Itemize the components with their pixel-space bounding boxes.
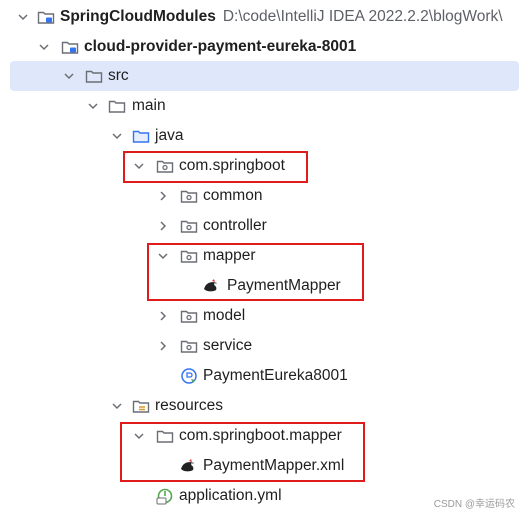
src-label: src — [108, 67, 129, 84]
module-label: cloud-provider-payment-eureka-8001 — [84, 38, 357, 55]
project-tree: SpringCloudModules D:\code\IntelliJ IDEA … — [0, 0, 525, 512]
tree-row-common[interactable]: common — [0, 181, 519, 211]
package-icon — [180, 337, 198, 355]
resources-label: resources — [155, 397, 224, 414]
project-name: SpringCloudModules — [60, 8, 216, 25]
tree-row-main[interactable]: main — [0, 91, 519, 121]
chevron-right-icon[interactable] — [156, 331, 170, 361]
spring-boot-class-icon — [180, 367, 198, 385]
package-icon — [180, 307, 198, 325]
watermark: CSDN @幸运码农 — [433, 499, 515, 510]
spring-config-icon — [156, 487, 174, 505]
module-folder-icon — [37, 8, 55, 26]
project-root-label: SpringCloudModules D:\code\IntelliJ IDEA … — [60, 2, 503, 32]
tree-row-src[interactable]: src — [10, 61, 519, 91]
tree-row-module[interactable]: cloud-provider-payment-eureka-8001 — [0, 32, 519, 62]
main-label: main — [132, 97, 166, 114]
chevron-down-icon[interactable] — [37, 32, 51, 62]
tree-row-service[interactable]: service — [0, 331, 519, 361]
chevron-down-icon[interactable] — [110, 121, 124, 151]
java-label: java — [155, 127, 184, 144]
tree-row-resources[interactable]: resources — [0, 391, 519, 421]
package-icon — [180, 217, 198, 235]
project-path: D:\code\IntelliJ IDEA 2022.2.2\blogWork\ — [222, 8, 503, 25]
chevron-right-icon[interactable] — [156, 301, 170, 331]
chevron-right-icon[interactable] — [156, 211, 170, 241]
source-folder-icon — [132, 127, 150, 145]
tree-row-project-root[interactable]: SpringCloudModules D:\code\IntelliJ IDEA … — [0, 2, 519, 32]
tree-row-model[interactable]: model — [0, 301, 519, 331]
chevron-down-icon[interactable] — [62, 61, 76, 91]
package-icon — [180, 187, 198, 205]
tree-row-app-class[interactable]: PaymentEureka8001 — [0, 361, 519, 391]
app-yml-label: application.yml — [179, 487, 282, 504]
chevron-down-icon[interactable] — [16, 2, 30, 32]
folder-icon — [85, 67, 103, 85]
app-class-label: PaymentEureka8001 — [203, 367, 348, 384]
chevron-down-icon[interactable] — [86, 91, 100, 121]
chevron-down-icon[interactable] — [110, 391, 124, 421]
resources-folder-icon — [132, 397, 150, 415]
highlight-box-resources-mapper — [120, 422, 365, 482]
common-label: common — [203, 187, 263, 204]
folder-icon — [108, 97, 126, 115]
module-folder-icon — [61, 38, 79, 56]
service-label: service — [203, 337, 253, 354]
model-label: model — [203, 307, 246, 324]
tree-row-controller[interactable]: controller — [0, 211, 519, 241]
controller-label: controller — [203, 217, 267, 234]
highlight-box-mapper — [147, 243, 364, 301]
chevron-right-icon[interactable] — [156, 181, 170, 211]
highlight-box-package — [123, 151, 308, 183]
tree-row-java[interactable]: java — [0, 121, 519, 151]
